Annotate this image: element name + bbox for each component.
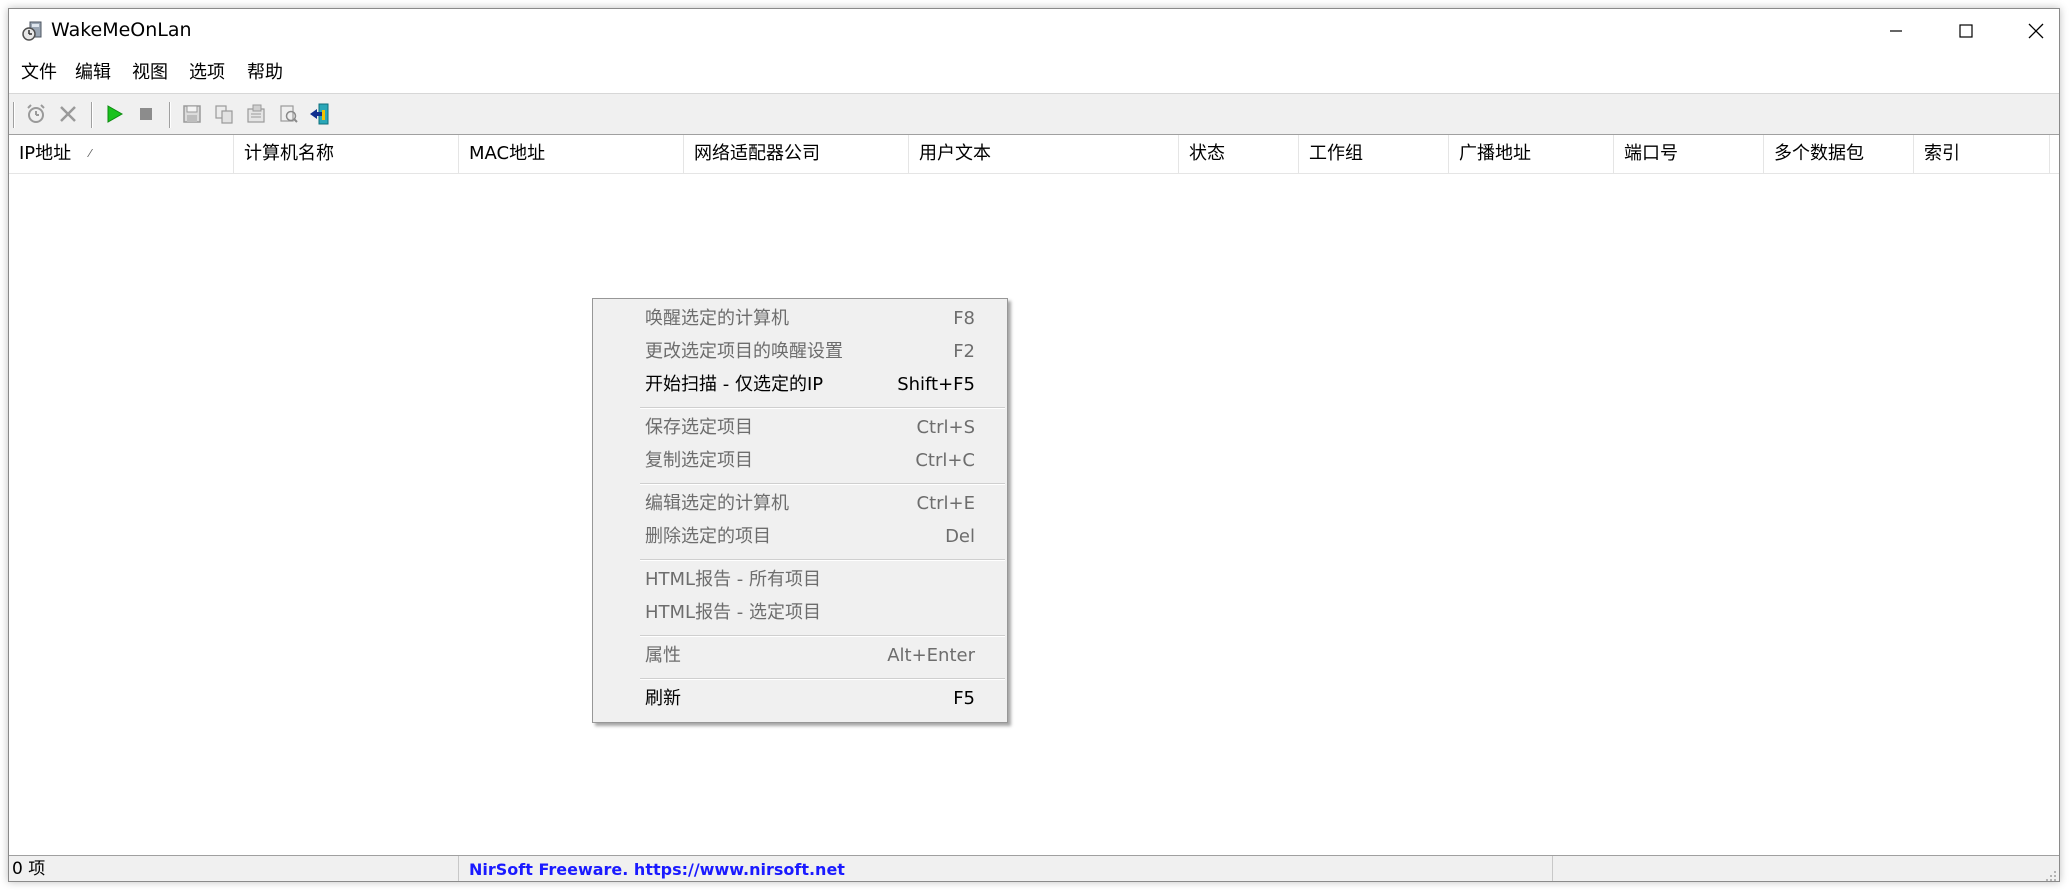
column-header-broadcast[interactable]: 广播地址	[1449, 135, 1614, 173]
maximize-button[interactable]	[1931, 9, 2001, 53]
delete-x-icon	[60, 106, 76, 122]
menu-item-copy-selected[interactable]: 复制选定项目 Ctrl+C	[593, 444, 1007, 477]
column-header-ip[interactable]: IP地址 ⁄	[9, 135, 234, 173]
status-bar: 0 项 NirSoft Freeware. https://www.nirsof…	[9, 855, 2059, 881]
stop-scan-button[interactable]	[131, 99, 161, 129]
menu-item-label: 更改选定项目的唤醒设置	[645, 341, 843, 362]
html-report-button[interactable]	[273, 99, 303, 129]
play-icon	[107, 105, 124, 123]
app-icon	[21, 20, 43, 42]
menu-separator	[640, 483, 1005, 485]
menu-item-shortcut: Ctrl+S	[916, 417, 975, 438]
close-button[interactable]	[2001, 9, 2059, 53]
menu-bar: 文件 编辑 视图 选项 帮助	[9, 53, 2059, 93]
menu-item-label: 开始扫描 - 仅选定的IP	[645, 374, 824, 395]
maximize-icon	[1959, 24, 1973, 38]
column-header-port[interactable]: 端口号	[1614, 135, 1764, 173]
toolbar-separator	[169, 102, 171, 128]
copy-icon	[215, 105, 233, 124]
menu-item-label: 刷新	[645, 688, 681, 709]
window-title: WakeMeOnLan	[51, 19, 192, 41]
menu-separator	[640, 559, 1005, 561]
save-icon	[183, 105, 201, 123]
minimize-button[interactable]	[1861, 9, 1931, 53]
column-header-adapter-company[interactable]: 网络适配器公司	[684, 135, 909, 173]
menu-item-shortcut: F5	[953, 688, 975, 709]
list-header: IP地址 ⁄ 计算机名称 MAC地址 网络适配器公司 用户文本 状态 工作组 广播…	[9, 135, 2059, 174]
column-header-label: IP地址	[19, 143, 72, 164]
start-scan-button[interactable]	[99, 99, 129, 129]
copy-button[interactable]	[209, 99, 239, 129]
menu-item-shortcut: Alt+Enter	[887, 645, 975, 666]
save-button[interactable]	[177, 99, 207, 129]
menu-item-properties[interactable]: 属性 Alt+Enter	[593, 639, 1007, 672]
nirsoft-link[interactable]: NirSoft Freeware. https://www.nirsoft.ne…	[459, 856, 1553, 881]
computer-list[interactable]: IP地址 ⁄ 计算机名称 MAC地址 网络适配器公司 用户文本 状态 工作组 广播…	[9, 135, 2059, 855]
menu-file[interactable]: 文件	[19, 61, 59, 85]
html-report-icon	[280, 105, 298, 123]
menu-edit[interactable]: 编辑	[73, 61, 113, 85]
column-header-workgroup[interactable]: 工作组	[1299, 135, 1449, 173]
status-panel-empty	[1553, 856, 2043, 881]
menu-item-shortcut: Ctrl+C	[915, 450, 975, 471]
menu-item-start-scan-selected[interactable]: 开始扫描 - 仅选定的IP Shift+F5	[593, 368, 1007, 401]
menu-item-shortcut: Ctrl+E	[916, 493, 975, 514]
menu-item-html-report-selected[interactable]: HTML报告 - 选定项目	[593, 596, 1007, 629]
menu-item-label: 删除选定的项目	[645, 526, 771, 547]
column-header-user-text[interactable]: 用户文本	[909, 135, 1179, 173]
menu-view[interactable]: 视图	[130, 61, 170, 85]
menu-item-shortcut: Shift+F5	[897, 374, 975, 395]
column-header-multiple-packets[interactable]: 多个数据包	[1764, 135, 1914, 173]
menu-help[interactable]: 帮助	[245, 61, 285, 85]
column-header-mac[interactable]: MAC地址	[459, 135, 684, 173]
menu-item-label: HTML报告 - 所有项目	[645, 569, 822, 590]
menu-item-wake-selected[interactable]: 唤醒选定的计算机 F8	[593, 302, 1007, 335]
column-header-status[interactable]: 状态	[1179, 135, 1299, 173]
menu-separator	[640, 678, 1005, 680]
menu-item-shortcut: Del	[945, 526, 975, 547]
column-header-index[interactable]: 索引	[1914, 135, 2050, 173]
exit-icon	[310, 103, 329, 125]
menu-item-save-selected[interactable]: 保存选定项目 Ctrl+S	[593, 411, 1007, 444]
menu-item-label: 编辑选定的计算机	[645, 493, 789, 514]
menu-options[interactable]: 选项	[187, 61, 227, 85]
column-header-computer-name[interactable]: 计算机名称	[234, 135, 459, 173]
menu-item-shortcut: F2	[953, 341, 975, 362]
stop-icon	[140, 108, 152, 120]
toolbar	[9, 93, 2059, 135]
menu-separator	[640, 407, 1005, 409]
delete-button[interactable]	[53, 99, 83, 129]
alarm-clock-button[interactable]	[21, 99, 51, 129]
properties-button[interactable]	[241, 99, 271, 129]
alarm-clock-icon	[27, 104, 45, 123]
minimize-icon	[1890, 30, 1902, 32]
menu-item-label: HTML报告 - 选定项目	[645, 602, 822, 623]
menu-item-shortcut: F8	[953, 308, 975, 329]
exit-button[interactable]	[305, 99, 335, 129]
resize-grip-icon[interactable]	[2043, 867, 2057, 881]
menu-item-change-wake-settings[interactable]: 更改选定项目的唤醒设置 F2	[593, 335, 1007, 368]
menu-item-edit-selected[interactable]: 编辑选定的计算机 Ctrl+E	[593, 487, 1007, 520]
close-icon	[2028, 23, 2044, 39]
menu-item-label: 保存选定项目	[645, 417, 753, 438]
app-window: WakeMeOnLan 文件 编辑 视图 选项 帮助 IP地址 ⁄ 计算机名称 …	[8, 8, 2060, 882]
menu-item-label: 复制选定项目	[645, 450, 753, 471]
toolbar-separator	[91, 102, 93, 128]
menu-item-label: 属性	[645, 645, 681, 666]
item-count: 0 项	[9, 856, 459, 881]
sort-indicator-icon: ⁄	[89, 147, 92, 160]
title-bar[interactable]: WakeMeOnLan	[9, 9, 2059, 53]
context-menu: 唤醒选定的计算机 F8 更改选定项目的唤醒设置 F2 开始扫描 - 仅选定的IP…	[592, 298, 1008, 723]
menu-item-delete-selected[interactable]: 删除选定的项目 Del	[593, 520, 1007, 553]
toolbar-separator	[13, 102, 15, 128]
menu-item-html-report-all[interactable]: HTML报告 - 所有项目	[593, 563, 1007, 596]
properties-icon	[247, 104, 265, 123]
menu-item-refresh[interactable]: 刷新 F5	[593, 682, 1007, 715]
menu-item-label: 唤醒选定的计算机	[645, 308, 789, 329]
menu-separator	[640, 635, 1005, 637]
